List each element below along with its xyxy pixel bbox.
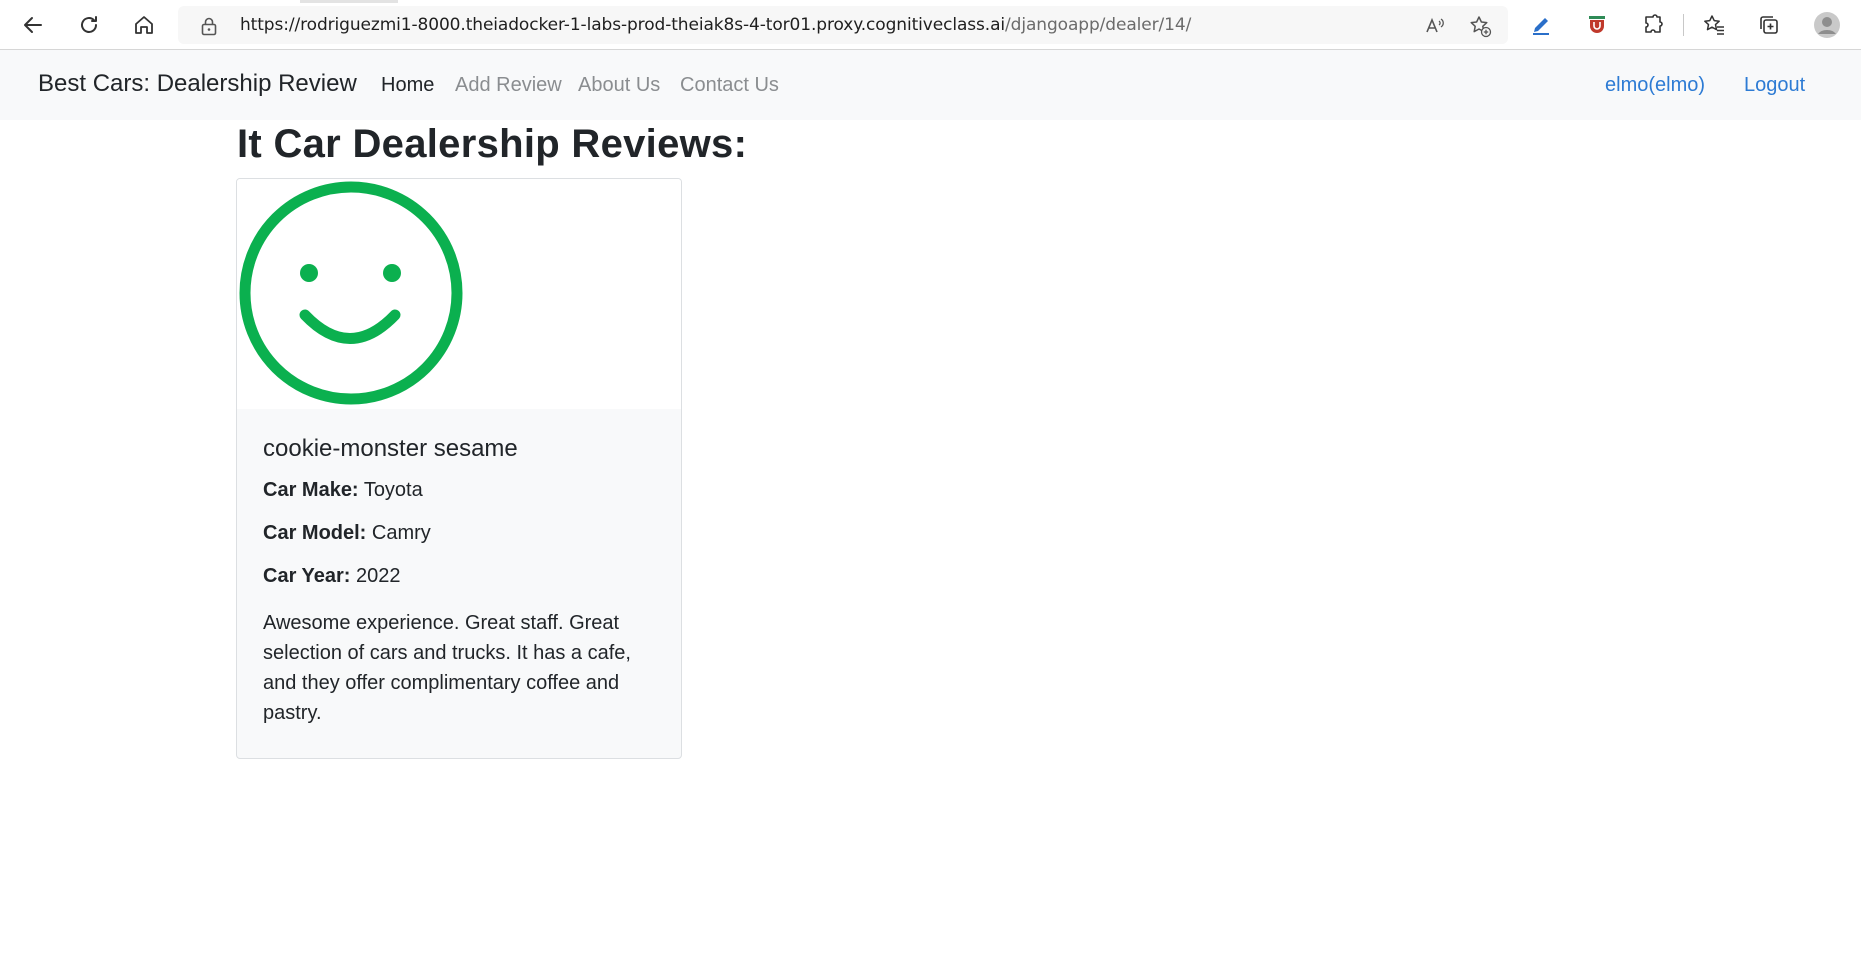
read-aloud-icon xyxy=(1426,17,1444,33)
lock-icon[interactable] xyxy=(200,16,218,36)
review-card: cookie-monster sesame Car Make: Toyota C… xyxy=(236,178,682,759)
url-host: https://rodriguezmi1-8000.theiadocker-1-… xyxy=(240,15,1006,35)
card-image xyxy=(237,179,681,409)
car-make-value: Toyota xyxy=(363,479,423,501)
toolbar-divider xyxy=(1683,14,1684,36)
nav-about-us[interactable]: About Us xyxy=(578,74,660,97)
car-year-value: 2022 xyxy=(356,565,401,587)
nav-home[interactable]: Home xyxy=(381,74,434,97)
car-make-line: Car Make: Toyota xyxy=(263,479,663,502)
brand-link[interactable]: Best Cars: Dealership Review xyxy=(38,70,357,98)
reload-button[interactable] xyxy=(72,8,106,42)
collections-button[interactable] xyxy=(1752,8,1786,42)
review-text: Awesome experience. Great staff. Great s… xyxy=(263,612,631,724)
puzzle-icon xyxy=(1645,14,1663,33)
reload-icon xyxy=(81,16,97,33)
favorites-button[interactable] xyxy=(1697,8,1731,42)
car-model-value: Camry xyxy=(371,522,431,544)
extension-pen-button[interactable] xyxy=(1524,8,1558,42)
logout-link[interactable]: Logout xyxy=(1744,74,1805,97)
address-bar[interactable]: https://rodriguezmi1-8000.theiadocker-1-… xyxy=(178,6,1508,44)
star-add-icon xyxy=(1470,16,1492,38)
page-title: It Car Dealership Reviews: xyxy=(237,122,748,166)
card-body: cookie-monster sesame Car Make: Toyota C… xyxy=(263,435,663,728)
browser-toolbar: https://rodriguezmi1-8000.theiadocker-1-… xyxy=(0,0,1861,50)
tab-indicator xyxy=(300,0,398,3)
car-model-label: Car Model: xyxy=(263,522,367,544)
pen-extension-icon xyxy=(1533,18,1549,35)
smiley-face-icon xyxy=(239,181,463,405)
read-aloud-button[interactable] xyxy=(1422,13,1448,39)
profile-button[interactable] xyxy=(1810,8,1844,42)
car-make-label: Car Make: xyxy=(263,479,359,501)
profile-avatar-icon xyxy=(1814,12,1840,38)
car-year-label: Car Year: xyxy=(263,565,351,587)
url-path: /djangoapp/dealer/14/ xyxy=(1005,15,1192,35)
home-icon xyxy=(135,16,153,34)
user-link[interactable]: elmo(elmo) xyxy=(1605,74,1705,97)
reviewer-name: cookie-monster sesame xyxy=(263,435,518,462)
favorites-star-icon xyxy=(1704,15,1724,35)
home-button[interactable] xyxy=(127,8,161,42)
site-navbar: Best Cars: Dealership Review Home Add Re… xyxy=(0,50,1861,120)
car-model-line: Car Model: Camry xyxy=(263,522,663,545)
back-arrow-icon xyxy=(24,17,42,33)
add-favorite-button[interactable] xyxy=(1467,13,1493,39)
nav-contact-us[interactable]: Contact Us xyxy=(680,74,779,97)
nav-add-review[interactable]: Add Review xyxy=(455,74,562,97)
back-button[interactable] xyxy=(16,8,50,42)
collections-icon xyxy=(1760,16,1778,34)
url-text[interactable]: https://rodriguezmi1-8000.theiadocker-1-… xyxy=(240,15,1191,35)
extension-shield-button[interactable] xyxy=(1580,8,1614,42)
car-year-line: Car Year: 2022 xyxy=(263,565,663,588)
shield-extension-icon xyxy=(1589,16,1605,33)
extensions-button[interactable] xyxy=(1636,8,1670,42)
